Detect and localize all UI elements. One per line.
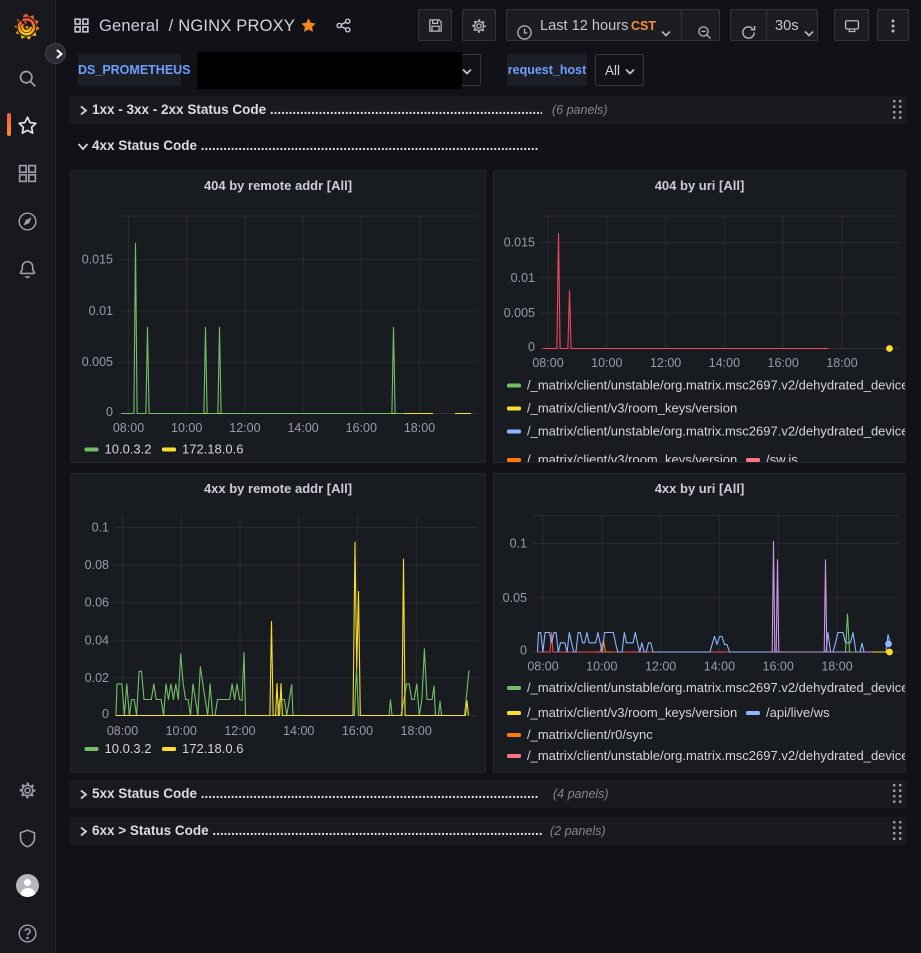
svg-text:16:00: 16:00 — [763, 660, 794, 674]
svg-text:10:00: 10:00 — [166, 724, 197, 738]
svg-text:14:00: 14:00 — [287, 421, 318, 435]
svg-text:08:00: 08:00 — [107, 724, 138, 738]
svg-text:/_matrix/client/unstable/org.m: /_matrix/client/unstable/org.matrix.msc2… — [527, 424, 906, 439]
svg-text:18:00: 18:00 — [821, 660, 852, 674]
svg-text:0.05: 0.05 — [503, 591, 527, 605]
svg-text:14:00: 14:00 — [709, 356, 740, 370]
svg-text:16:00: 16:00 — [346, 421, 377, 435]
svg-text:/_matrix/client/unstable/org.m: /_matrix/client/unstable/org.matrix.msc2… — [527, 748, 906, 763]
svg-text:16:00: 16:00 — [768, 356, 799, 370]
svg-text:16:00: 16:00 — [342, 724, 373, 738]
svg-text:0.04: 0.04 — [85, 633, 109, 647]
svg-text:0: 0 — [106, 405, 113, 419]
svg-text:18:00: 18:00 — [404, 421, 435, 435]
svg-text:10:00: 10:00 — [586, 660, 617, 674]
svg-text:0.015: 0.015 — [82, 253, 113, 267]
svg-text:0.005: 0.005 — [82, 355, 113, 369]
svg-text:0.08: 0.08 — [85, 558, 109, 572]
svg-text:172.18.0.6: 172.18.0.6 — [182, 741, 243, 756]
svg-text:/_matrix/client/r0/sync: /_matrix/client/r0/sync — [527, 727, 653, 742]
svg-text:10.0.3.2: 10.0.3.2 — [105, 442, 152, 457]
svg-text:0: 0 — [102, 707, 109, 721]
svg-text:/_matrix/client/v3/room_keys/v: /_matrix/client/v3/room_keys/version — [527, 401, 737, 416]
svg-text:/_matrix/client/unstable/org.m: /_matrix/client/unstable/org.matrix.msc2… — [527, 378, 906, 393]
svg-text:0.005: 0.005 — [504, 306, 535, 320]
svg-text:/_matrix/client/v3/room_keys/v: /_matrix/client/v3/room_keys/version — [527, 452, 737, 463]
svg-text:0.01: 0.01 — [89, 304, 113, 318]
svg-text:18:00: 18:00 — [401, 724, 432, 738]
svg-text:14:00: 14:00 — [283, 724, 314, 738]
svg-text:12:00: 12:00 — [224, 724, 255, 738]
svg-text:/_matrix/client/unstable/org.m: /_matrix/client/unstable/org.matrix.msc2… — [527, 680, 906, 695]
svg-text:/api/live/ws: /api/live/ws — [766, 705, 830, 720]
svg-text:0.06: 0.06 — [85, 596, 109, 610]
svg-text:0.01: 0.01 — [511, 271, 535, 285]
svg-text:0.1: 0.1 — [510, 537, 527, 551]
svg-text:08:00: 08:00 — [532, 356, 563, 370]
svg-text:0: 0 — [520, 644, 527, 658]
svg-text:08:00: 08:00 — [527, 660, 558, 674]
svg-text:10:00: 10:00 — [171, 421, 202, 435]
svg-text:12:00: 12:00 — [645, 660, 676, 674]
svg-text:12:00: 12:00 — [650, 356, 681, 370]
svg-text:08:00: 08:00 — [113, 421, 144, 435]
svg-text:/_matrix/client/v3/room_keys/v: /_matrix/client/v3/room_keys/version — [527, 705, 737, 720]
svg-text:14:00: 14:00 — [704, 660, 735, 674]
svg-text:0.1: 0.1 — [92, 521, 109, 535]
svg-text:0.015: 0.015 — [504, 236, 535, 250]
svg-text:10.0.3.2: 10.0.3.2 — [105, 741, 152, 756]
svg-text:0.02: 0.02 — [85, 671, 109, 685]
svg-text:0: 0 — [528, 340, 535, 354]
svg-text:10:00: 10:00 — [591, 356, 622, 370]
svg-text:172.18.0.6: 172.18.0.6 — [182, 442, 243, 457]
svg-text:12:00: 12:00 — [229, 421, 260, 435]
svg-text:/sw.is: /sw.is — [766, 452, 798, 463]
svg-text:18:00: 18:00 — [826, 356, 857, 370]
